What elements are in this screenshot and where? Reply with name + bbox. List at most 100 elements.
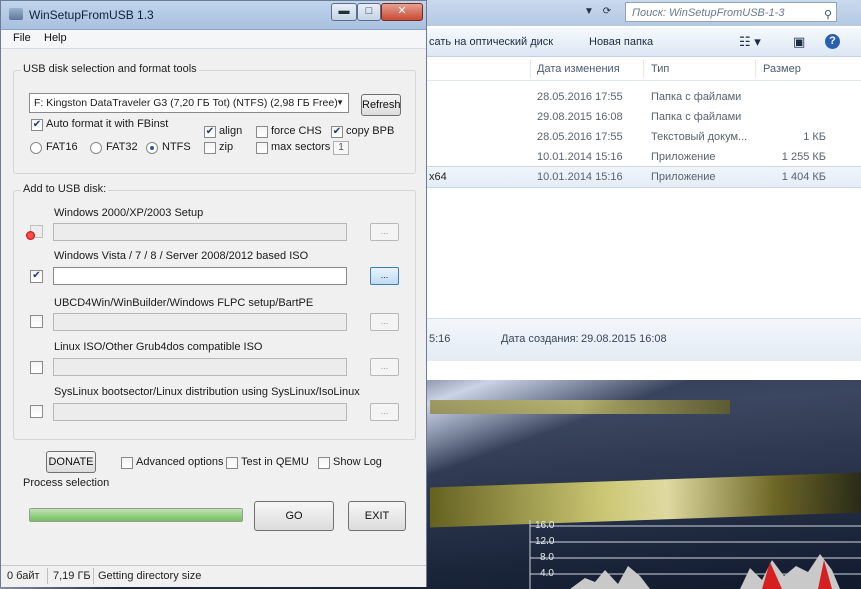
performance-chart: 16.0 12.0 8.0 4.0 <box>500 510 861 589</box>
column-separator <box>643 60 644 78</box>
show-log-checkbox[interactable] <box>318 457 330 469</box>
source-path-field[interactable] <box>53 403 347 421</box>
column-type[interactable]: Тип <box>651 63 669 75</box>
status-message: Getting directory size <box>98 570 202 582</box>
titlebar[interactable]: WinSetupFromUSB 1.3 ▬ □ ✕ <box>1 1 426 30</box>
column-size[interactable]: Размер <box>763 63 801 75</box>
show-log-label: Show Log <box>333 456 382 468</box>
test-qemu-label: Test in QEMU <box>241 456 309 468</box>
browse-button[interactable]: ... <box>370 223 399 241</box>
chart-tick-label: 4.0 <box>540 568 554 579</box>
progress-fill <box>30 509 242 521</box>
file-date: 29.08.2015 16:08 <box>537 111 623 123</box>
fat16-radio[interactable] <box>30 142 42 154</box>
maximize-button[interactable]: □ <box>357 3 381 21</box>
app-icon <box>9 8 23 20</box>
help-icon[interactable]: ? <box>825 34 840 49</box>
file-date: 28.05.2016 17:55 <box>537 131 623 143</box>
source-checkbox[interactable] <box>30 315 43 328</box>
menu-file[interactable]: File <box>13 32 31 44</box>
file-row[interactable]: 29.08.2015 16:08 Папка с файлами <box>413 107 861 127</box>
file-row[interactable]: 10.01.2014 15:16 Приложение 1 255 КБ <box>413 147 861 167</box>
browse-button[interactable]: ... <box>370 267 399 285</box>
file-type: Приложение <box>651 151 716 163</box>
browse-button[interactable]: ... <box>370 313 399 331</box>
source-label: SysLinux bootsector/Linux distribution u… <box>54 386 360 398</box>
file-row-selected[interactable]: x64 10.01.2014 15:16 Приложение 1 404 КБ <box>413 166 861 188</box>
source-label: Linux ISO/Other Grub4dos compatible ISO <box>54 341 263 353</box>
source-label: UBCD4Win/WinBuilder/Windows FLPC setup/B… <box>54 297 314 309</box>
progress-bar <box>29 508 243 522</box>
usb-disk-select[interactable]: F: Kingston DataTraveler G3 (7,20 ГБ Tot… <box>29 93 349 113</box>
status-total: 7,19 ГБ <box>53 570 91 582</box>
force-chs-checkbox[interactable] <box>256 126 268 138</box>
copy-bpb-checkbox[interactable]: ✔ <box>331 126 343 138</box>
refresh-icon[interactable]: ⟳ <box>599 4 615 20</box>
source-path-field[interactable] <box>53 313 347 331</box>
donate-button[interactable]: DONATE <box>46 451 96 473</box>
new-folder-button[interactable]: Новая папка <box>589 36 653 48</box>
details-created-label: Дата создания: <box>501 333 579 345</box>
column-separator <box>530 60 531 78</box>
go-button[interactable]: GO <box>254 501 334 531</box>
ntfs-label: NTFS <box>162 141 191 153</box>
column-separator <box>755 60 756 78</box>
process-label: Process selection <box>23 477 110 489</box>
view-icon[interactable]: ☷ ▾ <box>739 34 761 50</box>
advanced-options-checkbox[interactable] <box>121 457 133 469</box>
search-input[interactable]: Поиск: WinSetupFromUSB-1-3 ⚲ <box>625 2 837 22</box>
add-group-label: Add to USB disk: <box>21 183 109 195</box>
chart-tick-label: 12.0 <box>535 536 555 547</box>
close-button[interactable]: ✕ <box>381 3 423 21</box>
autoformat-checkbox[interactable]: ✔ <box>31 119 43 131</box>
fat16-label: FAT16 <box>46 141 78 153</box>
cursor-highlight <box>26 231 35 240</box>
copy-bpb-label: copy BPB <box>346 125 395 137</box>
winsetup-window: WinSetupFromUSB 1.3 ▬ □ ✕ File Help USB … <box>0 0 427 587</box>
browse-button[interactable]: ... <box>370 403 399 421</box>
file-type: Папка с файлами <box>651 111 742 123</box>
source-checkbox[interactable] <box>30 361 43 374</box>
refresh-button[interactable]: Refresh <box>361 94 401 116</box>
file-row[interactable]: 28.05.2016 17:55 Текстовый докум... 1 КБ <box>413 127 861 147</box>
file-size: 1 КБ <box>803 131 826 143</box>
source-path-field[interactable] <box>53 223 347 241</box>
align-checkbox[interactable]: ✔ <box>204 126 216 138</box>
burn-button[interactable]: сать на оптический диск <box>429 36 553 48</box>
column-headers: Дата изменения Тип Размер <box>413 58 861 81</box>
menu-bar: File Help <box>1 30 426 49</box>
details-created-value: 29.08.2015 16:08 <box>581 333 667 345</box>
zip-checkbox[interactable] <box>204 142 216 154</box>
file-date: 28.05.2016 17:55 <box>537 91 623 103</box>
source-checkbox[interactable] <box>30 405 43 418</box>
file-type: Папка с файлами <box>651 91 742 103</box>
browse-button[interactable]: ... <box>370 358 399 376</box>
exit-button[interactable]: EXIT <box>348 501 406 531</box>
advanced-options-label: Advanced options <box>136 456 224 468</box>
preview-pane-icon[interactable]: ▣ <box>793 34 805 50</box>
test-qemu-checkbox[interactable] <box>226 457 238 469</box>
explorer-address-bar: ▼ ⟳ Поиск: WinSetupFromUSB-1-3 ⚲ <box>413 0 861 26</box>
explorer-window: ▼ ⟳ Поиск: WinSetupFromUSB-1-3 ⚲ сать на… <box>412 0 861 380</box>
file-row[interactable]: 28.05.2016 17:55 Папка с файлами <box>413 87 861 107</box>
file-type: Текстовый докум... <box>651 131 748 143</box>
minimize-button[interactable]: ▬ <box>331 3 357 21</box>
fat32-radio[interactable] <box>90 142 102 154</box>
menu-help[interactable]: Help <box>44 32 67 44</box>
source-path-field[interactable] <box>53 267 347 285</box>
chevron-down-icon: ▼ <box>336 98 344 107</box>
search-icon[interactable]: ⚲ <box>824 5 832 25</box>
source-path-field[interactable] <box>53 358 347 376</box>
explorer-toolbar: сать на оптический диск Новая папка ☷ ▾ … <box>413 28 861 57</box>
chart-tick-label: 8.0 <box>540 552 554 563</box>
source-checkbox[interactable]: ✔ <box>30 270 43 283</box>
status-free: 0 байт <box>7 570 40 582</box>
dropdown-arrow-icon[interactable]: ▼ <box>581 4 597 20</box>
column-date[interactable]: Дата изменения <box>537 63 620 75</box>
source-label: Windows 2000/XP/2003 Setup <box>54 207 204 219</box>
ntfs-radio[interactable] <box>146 142 158 154</box>
max-sectors-input[interactable]: 1 <box>333 141 349 155</box>
file-date: 10.01.2014 15:16 <box>537 151 623 163</box>
details-pane: 5:16 Дата создания: 29.08.2015 16:08 <box>413 318 861 361</box>
max-sectors-checkbox[interactable] <box>256 142 268 154</box>
